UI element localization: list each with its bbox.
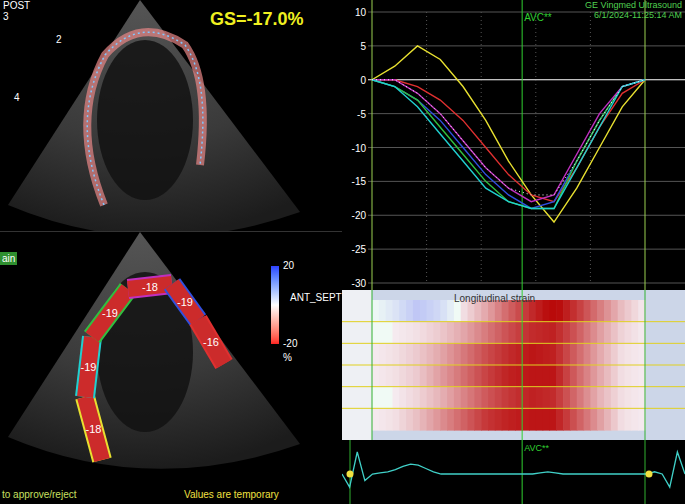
segment-value: -18 xyxy=(86,423,102,434)
y-tick: -15 xyxy=(352,176,685,187)
apical-view-panel: POST3 2 4 GS=-17.0% xyxy=(0,0,342,232)
svg-text:-20: -20 xyxy=(352,210,367,221)
ecg-strip: AVC** xyxy=(342,440,685,504)
y-tick: -10 xyxy=(352,143,685,154)
segment-view-panel: -18 -19 -19 -18 -19 -16 ain 20 -20% ANT_SEPTto ap… xyxy=(0,232,342,504)
strain-curve xyxy=(372,80,645,195)
vendor: GE Vingmed Ultrasound xyxy=(585,1,682,11)
segment-value: -19 xyxy=(177,297,193,308)
ultrasound-image xyxy=(0,0,342,231)
strain-segment[interactable] xyxy=(92,289,128,337)
strain-map: Longitudinal strain xyxy=(342,290,685,440)
global-strain: GS=-17.0% xyxy=(210,6,304,33)
segment-value: -19 xyxy=(81,362,97,373)
svg-text:-5: -5 xyxy=(357,109,366,120)
strain-segment[interactable] xyxy=(198,320,224,364)
mode-tab[interactable]: ain xyxy=(0,252,17,265)
wall-mark: 2 xyxy=(56,32,62,47)
svg-text:-25: -25 xyxy=(352,244,367,255)
scale-min: -20 xyxy=(283,336,297,351)
ultrasound-image xyxy=(0,232,342,504)
y-tick: 5 xyxy=(360,41,685,52)
strain-segment[interactable] xyxy=(172,284,198,320)
view-label: 3 xyxy=(3,12,30,23)
y-tick: -30 xyxy=(352,278,685,289)
image-column: POST324GS=-17.0%-18-19-19-18-19-16ain20-… xyxy=(0,0,342,504)
avc-marker: AVC** xyxy=(524,10,552,25)
wall-mark: 4 xyxy=(14,90,20,105)
svg-text:-15: -15 xyxy=(352,176,367,187)
temporary-note: Values are temporary xyxy=(184,487,279,502)
svg-text:0: 0 xyxy=(360,75,366,86)
approve-hint: to approve/reject xyxy=(2,487,77,502)
color-scale xyxy=(271,266,279,344)
strain-heatmap xyxy=(342,290,685,440)
ecg-avc-marker: AVC** xyxy=(524,442,549,456)
strain-curve xyxy=(372,80,645,209)
curve-plot: 10 5 0 -5 -10 -15 -20 -25 -30 xyxy=(342,0,685,290)
strain-curve xyxy=(372,80,645,209)
ecg-trace xyxy=(342,440,685,504)
scale-unit: % xyxy=(283,350,292,365)
strain-curve xyxy=(372,46,645,222)
ecg-marker-dot[interactable] xyxy=(347,471,354,478)
timestamp: 6/1/2024-11:25:14 AM xyxy=(594,11,682,21)
svg-text:5: 5 xyxy=(360,41,366,52)
segment-value: -19 xyxy=(102,308,118,319)
ecg-marker-dot[interactable] xyxy=(646,471,653,478)
map-title: Longitudinal strain xyxy=(454,291,535,306)
svg-text:10: 10 xyxy=(355,7,367,18)
strain-analysis-screen: POST324GS=-17.0%-18-19-19-18-19-16ain20-… xyxy=(0,0,685,504)
strain-segment[interactable] xyxy=(85,397,102,460)
svg-text:-10: -10 xyxy=(352,143,367,154)
y-tick: -5 xyxy=(357,109,685,120)
y-tick: -20 xyxy=(352,210,685,221)
y-tick: -25 xyxy=(352,244,685,255)
view-name: ANT_SEPT xyxy=(290,290,342,305)
view-label: POST xyxy=(3,1,30,12)
strain-curve-chart: 10 5 0 -5 -10 -15 -20 -25 -30 AVC** GE Vingmed Ult… xyxy=(342,0,685,290)
segment-value: -18 xyxy=(142,281,158,292)
svg-text:-30: -30 xyxy=(352,278,367,289)
segment-value: -16 xyxy=(203,337,219,348)
strain-curve xyxy=(372,80,645,202)
scale-max: 20 xyxy=(283,258,294,273)
chart-column: 10 5 0 -5 -10 -15 -20 -25 -30 AVC** GE Vingmed Ult… xyxy=(342,0,685,504)
strain-curve xyxy=(372,80,645,209)
